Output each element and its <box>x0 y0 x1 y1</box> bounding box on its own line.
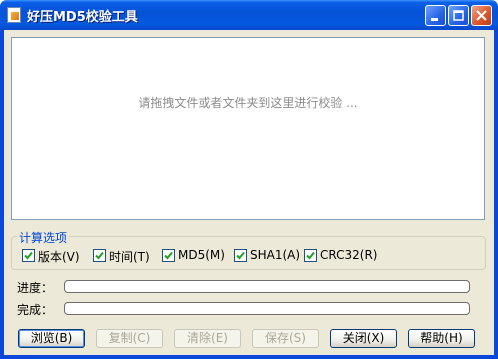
check-icon <box>24 251 33 260</box>
maximize-button[interactable] <box>448 5 469 26</box>
checkbox-label: SHA1(A) <box>250 248 301 262</box>
help-button[interactable]: 帮助(H) <box>408 329 475 348</box>
checkbox-label: MD5(M) <box>178 248 225 262</box>
main-window: 好压MD5校验工具 请拖拽文件或者文件夹到这里进行校验 ... 计算选项 版本(… <box>0 0 498 359</box>
options-group-title: 计算选项 <box>17 229 70 246</box>
check-icon <box>306 251 315 260</box>
minimize-icon <box>431 18 438 21</box>
checkbox-box[interactable] <box>234 249 247 262</box>
checkbox-label: CRC32(R) <box>320 248 378 262</box>
title-bar[interactable]: 好压MD5校验工具 <box>0 0 498 30</box>
window-title: 好压MD5校验工具 <box>27 10 138 25</box>
checkbox-box[interactable] <box>93 249 106 262</box>
document-app-icon <box>7 7 21 23</box>
copy-button[interactable]: 复制(C) <box>96 329 163 348</box>
close-window-button[interactable] <box>471 5 492 26</box>
checkbox-label: 时间(T) <box>109 250 150 264</box>
drop-zone[interactable]: 请拖拽文件或者文件夹到这里进行校验 ... <box>11 37 485 220</box>
close-icon <box>476 10 487 21</box>
checkbox-sha1[interactable]: SHA1(A) <box>234 248 301 263</box>
minimize-button[interactable] <box>425 5 446 26</box>
checkbox-box[interactable] <box>162 249 175 262</box>
checkbox-label: 版本(V) <box>38 250 80 264</box>
progress-label: 进度： <box>17 281 54 295</box>
browse-button[interactable]: 浏览(B) <box>18 329 85 348</box>
checkbox-crc32[interactable]: CRC32(R) <box>304 248 378 263</box>
maximize-icon <box>453 10 464 21</box>
clear-button[interactable]: 清除(E) <box>174 329 241 348</box>
options-group: 计算选项 版本(V) 时间(T) MD5(M) SHA1(A) CRC32(R) <box>11 229 486 270</box>
check-icon <box>164 251 173 260</box>
complete-label: 完成： <box>17 303 54 317</box>
check-icon <box>95 251 104 260</box>
close-button[interactable]: 关闭(X) <box>330 329 397 348</box>
checkbox-time[interactable]: 时间(T) <box>93 249 155 264</box>
progress-bar <box>64 280 470 293</box>
checkbox-box[interactable] <box>304 249 317 262</box>
checkbox-version[interactable]: 版本(V) <box>22 249 84 264</box>
save-button[interactable]: 保存(S) <box>252 329 319 348</box>
checkbox-box[interactable] <box>22 249 35 262</box>
drop-zone-hint: 请拖拽文件或者文件夹到这里进行校验 ... <box>138 96 358 110</box>
checkbox-md5[interactable]: MD5(M) <box>162 248 225 263</box>
client-area: 请拖拽文件或者文件夹到这里进行校验 ... 计算选项 版本(V) 时间(T) M… <box>4 30 494 355</box>
check-icon <box>236 251 245 260</box>
complete-bar <box>64 302 470 315</box>
